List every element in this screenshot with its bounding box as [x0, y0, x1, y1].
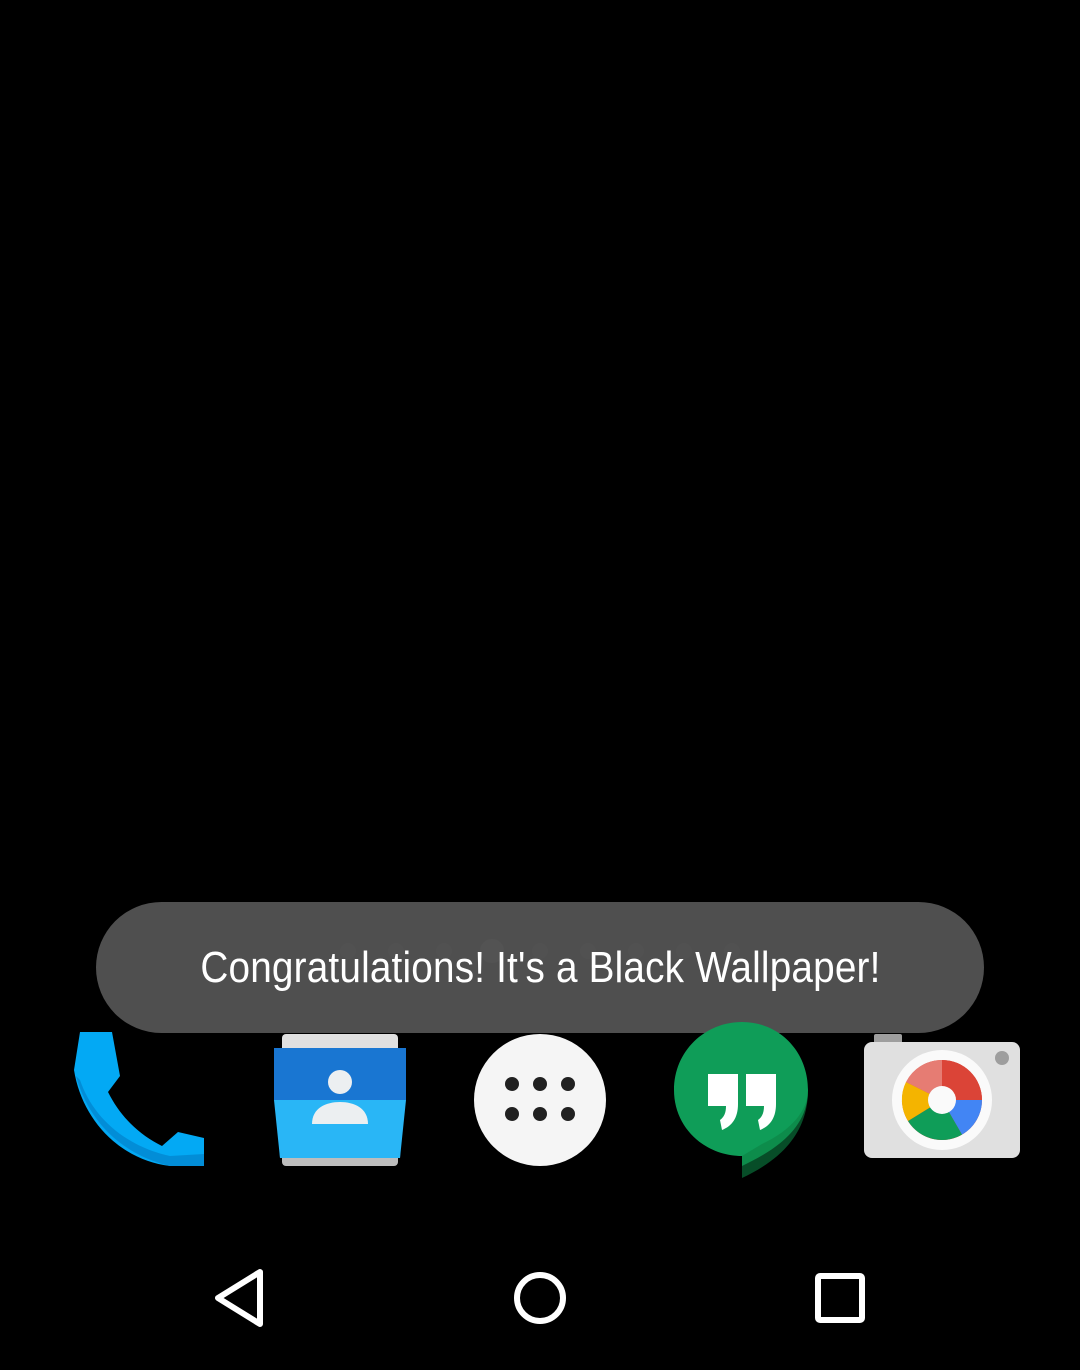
home-icon: [514, 1272, 566, 1324]
recents-icon: [815, 1273, 865, 1323]
phone-icon: [74, 1032, 204, 1166]
dock-all-apps-button[interactable]: [460, 1020, 620, 1180]
dock-phone-app[interactable]: [58, 1020, 218, 1180]
toast-text: Congratulations! It's a Black Wallpaper!: [199, 942, 881, 992]
dock-hangouts-app[interactable]: [662, 1020, 822, 1180]
toast-message: Congratulations! It's a Black Wallpaper!: [96, 902, 984, 1033]
dock-camera-app[interactable]: [862, 1020, 1022, 1180]
back-icon: [215, 1269, 263, 1327]
overview-button[interactable]: [800, 1258, 880, 1338]
dock-contacts-app[interactable]: [260, 1020, 420, 1180]
hangouts-icon: [674, 1022, 808, 1178]
navigation-bar: [0, 1226, 1080, 1370]
back-button[interactable]: [200, 1258, 280, 1338]
app-drawer-icon: [474, 1034, 606, 1166]
contacts-icon: [274, 1034, 406, 1166]
camera-icon: [864, 1034, 1020, 1158]
home-button[interactable]: [500, 1258, 580, 1338]
